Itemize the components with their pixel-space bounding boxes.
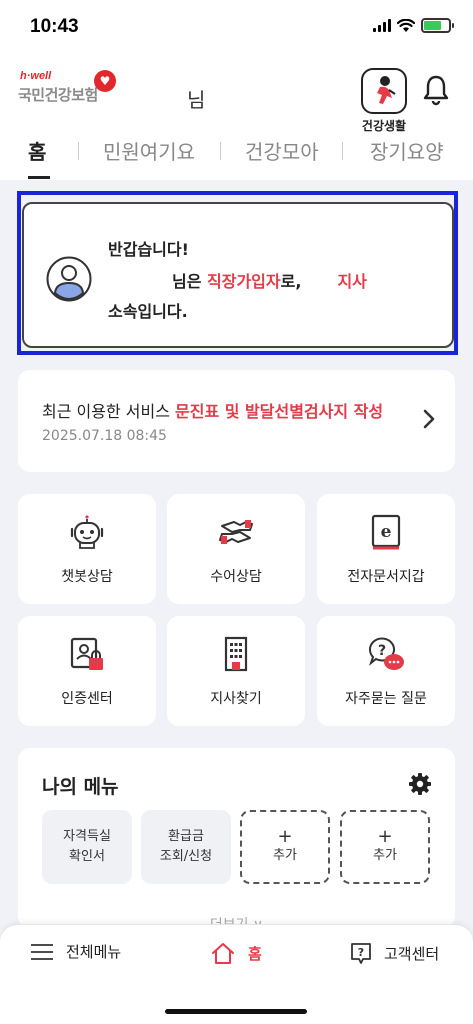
tab-home[interactable]: 홈 — [28, 136, 46, 165]
my-menu-title: 나의 메뉴 — [42, 776, 119, 798]
cellular-signal-icon — [373, 19, 391, 32]
sign-language-icon — [219, 520, 253, 544]
my-menu-item-qualification[interactable]: 자격득실 확인서 — [42, 810, 132, 884]
service-tile-sign-language[interactable]: 수어상담 — [167, 494, 305, 604]
health-life-button[interactable]: 건강생활 — [358, 68, 410, 134]
svg-text:?: ? — [378, 643, 386, 659]
plus-icon: + — [277, 826, 293, 847]
plus-icon: + — [377, 826, 393, 847]
nav-home-label: 홈 — [248, 944, 262, 963]
service-label: 인증센터 — [61, 691, 113, 707]
home-indicator — [165, 1009, 307, 1014]
service-tile-chatbot[interactable]: 챗봇상담 — [18, 494, 156, 604]
my-menu-section: 나의 메뉴 자격득실 확인서 환급금 조회/신청 + 추가 + 추가 더보기 ∨ — [18, 748, 455, 928]
my-menu-item-refund[interactable]: 환급금 조회/신청 — [141, 810, 231, 884]
my-menu-add-label: 추가 — [373, 848, 397, 863]
service-tile-branch-finder[interactable]: 지사찾기 — [167, 616, 305, 726]
tab-long-term-care[interactable]: 장기요양 — [370, 136, 444, 165]
faq-icon: ? — [368, 637, 404, 670]
service-label: 자주묻는 질문 — [345, 691, 427, 707]
after-type: 로, — [280, 272, 302, 291]
welcome-belong: 소속입니다. — [108, 302, 188, 321]
wifi-icon — [397, 18, 415, 32]
tab-civil-service[interactable]: 민원여기요 — [103, 136, 195, 165]
system-indicators — [373, 18, 454, 33]
my-menu-item-label: 자격득실 — [63, 829, 111, 844]
gear-icon[interactable] — [408, 772, 432, 796]
battery-icon — [421, 18, 454, 33]
hamburger-menu-icon — [31, 943, 53, 960]
tab-divider — [220, 142, 221, 160]
heart-icon: ♥ — [94, 70, 116, 92]
service-tile-certificate[interactable]: 인증센터 — [18, 616, 156, 726]
my-menu-add-label: 추가 — [273, 848, 297, 863]
my-menu-item-label: 확인서 — [69, 849, 105, 864]
help-icon: ? — [351, 943, 371, 964]
bottom-navigation: 전체메뉴 홈 ? 고객센터 — [0, 924, 473, 1024]
service-label: 지사찾기 — [210, 691, 262, 707]
tab-divider — [342, 142, 343, 160]
building-icon — [224, 636, 248, 672]
my-menu-item-label: 조회/신청 — [159, 849, 213, 864]
welcome-membership: 님은 직장가입자로, 지사 — [108, 268, 438, 292]
name-suffix: 님은 — [172, 272, 208, 291]
welcome-greeting: 반갑습니다! — [108, 240, 189, 259]
service-tile-faq[interactable]: ? 자주묻는 질문 — [317, 616, 455, 726]
recent-service-date: 2025.07.18 08:45 — [42, 428, 167, 444]
nav-customer-center[interactable]: ? 고객센터 — [350, 941, 439, 965]
my-menu-add-button[interactable]: + 추가 — [340, 810, 430, 884]
welcome-card[interactable]: 반갑습니다! 님은 직장가입자로, 지사 소속입니다. — [22, 202, 454, 348]
e-document-icon: e — [371, 514, 401, 550]
chevron-right-icon — [423, 409, 435, 429]
recent-service-card[interactable]: 최근 이용한 서비스 문진표 및 발달선별검사지 작성 2025.07.18 0… — [18, 370, 455, 472]
user-avatar-icon — [46, 256, 92, 302]
nav-all-menu-label: 전체메뉴 — [66, 943, 122, 961]
tab-divider — [78, 142, 79, 160]
service-label: 챗봇상담 — [61, 569, 113, 585]
svg-text:?: ? — [358, 946, 364, 959]
main-tabs: 홈 민원여기요 건강모아 장기요양 — [0, 134, 473, 180]
chatbot-icon — [70, 515, 104, 549]
recent-service-prefix: 최근 이용한 서비스 — [42, 402, 176, 421]
runner-icon — [361, 68, 407, 114]
active-tab-indicator — [28, 176, 50, 179]
user-name: 님 — [187, 88, 206, 112]
certificate-lock-icon — [70, 637, 103, 670]
service-label: 수어상담 — [210, 569, 262, 585]
my-menu-item-label: 환급금 — [168, 829, 204, 844]
health-life-label: 건강생활 — [361, 119, 407, 133]
app-header: h·well 국민건강보험 ♥ 님 건강생활 홈 민원여기요 건강모아 장기요양 — [0, 56, 473, 180]
tab-health-collect[interactable]: 건강모아 — [245, 136, 319, 165]
logo-name: 국민건강보험 — [18, 86, 98, 104]
branch-name: 지사 — [337, 272, 367, 291]
status-time: 10:43 — [30, 16, 79, 37]
nhis-logo[interactable]: h·well 국민건강보험 ♥ — [18, 70, 128, 110]
service-tile-e-document[interactable]: e 전자문서지갑 — [317, 494, 455, 604]
status-bar: 10:43 — [0, 0, 473, 56]
nav-home[interactable]: 홈 — [210, 941, 262, 965]
nav-customer-center-label: 고객센터 — [384, 944, 440, 963]
recent-service-name: 문진표 및 발달선별검사지 작성 — [175, 402, 384, 421]
svg-text:e: e — [381, 522, 392, 542]
my-menu-add-button[interactable]: + 추가 — [240, 810, 330, 884]
recent-service-title: 최근 이용한 서비스 문진표 및 발달선별검사지 작성 — [42, 398, 383, 422]
member-type: 직장가입자 — [207, 272, 281, 291]
nav-all-menu[interactable]: 전체메뉴 — [30, 941, 121, 962]
logo-brand: h·well — [20, 70, 52, 82]
service-label: 전자문서지갑 — [347, 569, 425, 585]
notification-bell-icon[interactable] — [422, 74, 450, 106]
home-icon — [212, 943, 234, 964]
